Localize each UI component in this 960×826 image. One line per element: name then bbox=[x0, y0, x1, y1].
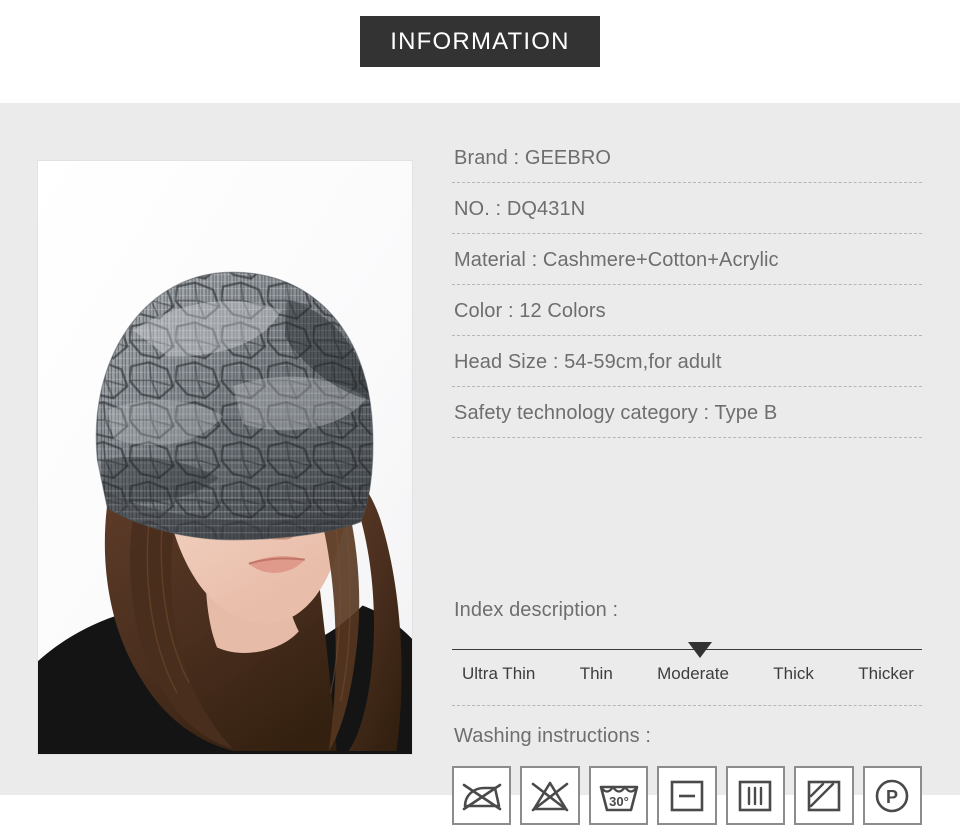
dry-clean-p-icon: P bbox=[862, 766, 922, 825]
information-banner-label: INFORMATION bbox=[390, 27, 570, 55]
wash-temperature-label: 30° bbox=[609, 794, 629, 809]
washing-instructions-title: Washing instructions : bbox=[454, 725, 652, 747]
thickness-scale-labels: Ultra Thin Thin Moderate Thick Thicker bbox=[452, 664, 922, 684]
thickness-scale-line bbox=[452, 649, 922, 650]
spec-row-head-size: Head Size : 54-59cm,for adult bbox=[452, 351, 922, 387]
machine-wash-30-icon: 30° bbox=[588, 766, 649, 825]
spec-row-brand: Brand : GEEBRO bbox=[452, 147, 922, 183]
information-panel: Brand : GEEBRO NO. : DQ431N Material : C… bbox=[0, 103, 960, 825]
header: INFORMATION bbox=[0, 0, 960, 103]
thickness-label-thin: Thin bbox=[579, 664, 613, 683]
spec-row-safety-category: Safety technology category : Type B bbox=[452, 402, 922, 438]
washing-icon-row: 30° P bbox=[452, 766, 922, 825]
washing-instructions-section: Washing instructions : 30° P bbox=[452, 705, 922, 825]
index-description-title: Index description : bbox=[454, 599, 619, 621]
svg-text:P: P bbox=[886, 787, 898, 807]
spec-row-color: Color : 12 Colors bbox=[452, 300, 922, 336]
product-photo bbox=[37, 160, 413, 755]
index-description-section: Index description : Ultra Thin Thin Mode… bbox=[452, 599, 922, 684]
thickness-scale-marker-icon bbox=[688, 642, 712, 658]
thickness-label-moderate: Moderate bbox=[657, 664, 729, 683]
washing-section-divider bbox=[452, 705, 922, 706]
dry-flat-icon bbox=[657, 766, 717, 825]
thickness-label-ultra-thin: Ultra Thin bbox=[462, 664, 536, 683]
drip-dry-icon bbox=[725, 766, 786, 825]
do-not-bleach-icon bbox=[520, 766, 580, 825]
do-not-iron-icon bbox=[452, 766, 512, 825]
dry-in-shade-icon bbox=[794, 766, 854, 825]
spec-row-material: Material : Cashmere+Cotton+Acrylic bbox=[452, 249, 922, 285]
product-photo-image bbox=[38, 161, 412, 754]
spec-list: Brand : GEEBRO NO. : DQ431N Material : C… bbox=[452, 147, 922, 453]
thickness-label-thick: Thick bbox=[773, 664, 814, 683]
spec-row-number: NO. : DQ431N bbox=[452, 198, 922, 234]
information-banner: INFORMATION bbox=[360, 16, 600, 67]
thickness-scale bbox=[452, 640, 922, 658]
thickness-label-thicker: Thicker bbox=[858, 664, 914, 683]
